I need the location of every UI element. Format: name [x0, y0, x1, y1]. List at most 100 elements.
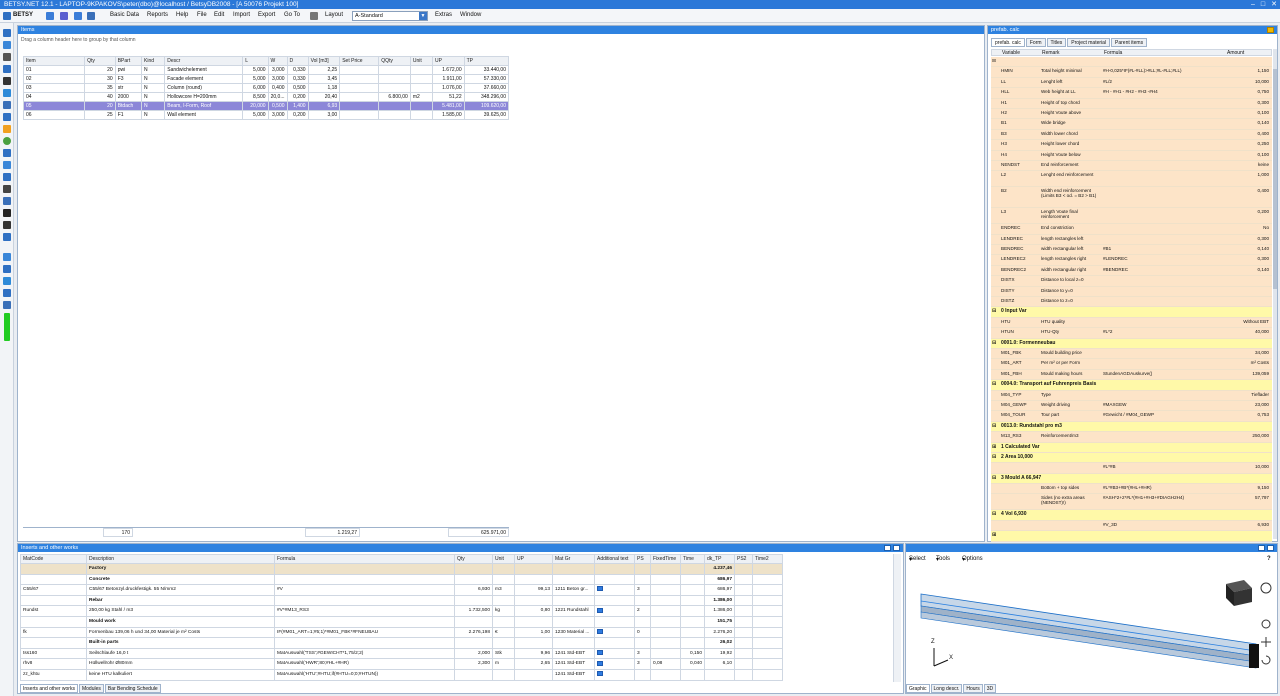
col-fixedtime[interactable]: FixedTime — [650, 554, 681, 564]
menu-extras[interactable]: Extras — [435, 12, 452, 18]
insert-cell[interactable] — [274, 563, 455, 575]
items-row[interactable]: 04 40 2000 N Hollowcore H=200mm 8,500 20,0... 0… — [22, 92, 510, 102]
insert-cell[interactable]: 2.276,198 — [454, 626, 493, 639]
insert-cell[interactable]: C55/67 — [20, 584, 87, 596]
col-formula[interactable]: Formula — [1104, 50, 1122, 57]
additional-text-icon[interactable] — [597, 649, 603, 655]
tab-prefab-calc[interactable]: prefab. calc — [991, 38, 1025, 47]
insert-cell[interactable] — [274, 594, 455, 607]
insert-cell[interactable]: 1.732,500 — [454, 605, 493, 617]
items-cell[interactable] — [339, 101, 380, 111]
insert-cell[interactable] — [594, 605, 635, 617]
items-cell[interactable]: 04 — [22, 92, 86, 102]
tools-icon[interactable] — [3, 197, 11, 205]
window-maximize-icon[interactable] — [1267, 545, 1274, 551]
insert-cell[interactable] — [634, 563, 651, 575]
calc-variable-row[interactable]: L3 Length Voute final reinforcement 0,200 — [991, 208, 1272, 225]
insert-cell[interactable] — [680, 594, 705, 607]
insert-cell[interactable] — [552, 573, 595, 586]
insert-cell[interactable]: Built-in parts — [86, 637, 275, 649]
col-variable[interactable]: Variable — [1002, 50, 1020, 57]
insert-cell[interactable] — [274, 573, 455, 586]
insert-cell[interactable]: 6,10 — [704, 658, 735, 670]
tab-parent-items[interactable]: Parent items — [1111, 38, 1148, 47]
insert-cell[interactable]: IF(#M01_ART=1;#5;1)*#M01_FBK*#FNEUBAU — [274, 626, 455, 639]
window-restore-icon[interactable] — [1258, 545, 1265, 551]
money-icon[interactable] — [3, 125, 11, 133]
tab-project-material[interactable]: Project material — [1067, 38, 1111, 47]
insert-cell[interactable]: 0,80 — [514, 605, 553, 617]
calc-scrollbar[interactable] — [1273, 49, 1277, 539]
chevron-down-icon[interactable]: ▼ — [419, 12, 427, 20]
items-cell[interactable]: N — [141, 110, 166, 120]
items-cell[interactable]: N — [141, 65, 166, 75]
insert-cell[interactable] — [454, 615, 493, 628]
items-cell[interactable]: 2000 — [114, 92, 143, 102]
calc-variable-row[interactable]: HTU HTU quality Without EBT — [991, 317, 1272, 329]
insert-cell[interactable]: 6,930 — [454, 584, 493, 596]
items-cell[interactable] — [409, 101, 433, 111]
calc-variable-row[interactable]: H3 Height lower chord 0,250 — [991, 140, 1272, 151]
import-icon[interactable] — [3, 253, 11, 261]
insert-cell[interactable] — [594, 637, 635, 649]
insert-cell[interactable]: zz_khtu — [20, 668, 87, 681]
folder-icon[interactable] — [3, 89, 11, 97]
pan-icon[interactable] — [1261, 637, 1271, 647]
layout-select[interactable]: A-Standard ▼ — [352, 11, 428, 21]
col-descr[interactable]: Descr — [164, 56, 244, 66]
col-description[interactable]: Description — [86, 554, 275, 564]
insert-cell[interactable]: Rundst — [20, 605, 87, 617]
insert-cell[interactable] — [752, 658, 783, 670]
insert-cell[interactable] — [680, 584, 705, 596]
insert-cell[interactable]: 0,040 — [680, 658, 705, 670]
tab-bar-bending[interactable]: Bar Bending Schedule — [104, 684, 161, 693]
calc-variable-row[interactable]: DISTZ Distance to z=0 — [991, 297, 1272, 308]
items-cell[interactable]: 348.296,00 — [463, 92, 510, 102]
insert-cell[interactable]: 1.386,00 — [704, 594, 735, 607]
items-cell[interactable]: Btdach — [114, 101, 143, 111]
calc-icon[interactable] — [3, 65, 11, 73]
insert-cell[interactable] — [650, 563, 681, 575]
items-cell[interactable]: 0,200 — [286, 110, 309, 120]
items-cell[interactable]: Sandwichelement — [164, 65, 244, 75]
items-cell[interactable]: 25 — [84, 110, 116, 120]
calc-variable-row[interactable]: L2 Lenght end reinforcement 1,000 — [991, 171, 1272, 188]
info-icon[interactable] — [3, 277, 11, 285]
items-cell[interactable]: Beam, I-Form, Roof — [164, 101, 244, 111]
calc-variable-row[interactable]: LL Lenght left #L/2 10,000 — [991, 77, 1272, 89]
insert-cell[interactable]: 99,13 — [514, 584, 553, 596]
insert-cell[interactable]: Stk — [492, 647, 515, 660]
copy-icon[interactable] — [74, 12, 82, 20]
insert-cell[interactable]: tss160 — [20, 647, 87, 660]
menu-window[interactable]: Window — [460, 12, 481, 18]
items-cell[interactable]: 5,000 — [242, 74, 269, 84]
items-cell[interactable]: 35 — [84, 83, 116, 93]
insert-cell[interactable] — [650, 626, 681, 639]
items-row[interactable]: 03 35 str N Column (round) 6,000 0,400 0,500 1,1… — [22, 83, 510, 93]
insert-cell[interactable] — [734, 563, 753, 575]
items-cell[interactable]: 33.440,00 — [463, 65, 510, 75]
items-cell[interactable]: F3 — [114, 74, 143, 84]
items-cell[interactable]: 1.076,00 — [431, 83, 465, 93]
insert-cell[interactable] — [20, 594, 87, 607]
insert-cell[interactable] — [492, 563, 515, 575]
insert-cell[interactable] — [454, 668, 493, 681]
items-cell[interactable]: N — [141, 92, 166, 102]
insert-cell[interactable] — [634, 594, 651, 607]
menu-file[interactable]: File — [197, 12, 207, 18]
col-time2[interactable]: Time2 — [752, 554, 783, 564]
window-restore-icon[interactable] — [884, 545, 891, 551]
insert-cell[interactable]: 1241 Std-EBT — [552, 658, 595, 670]
items-cell[interactable]: 3,45 — [307, 74, 341, 84]
col-qty[interactable]: Qty — [84, 56, 116, 66]
bar-chart-icon[interactable] — [3, 173, 11, 181]
items-cell[interactable]: str — [114, 83, 143, 93]
insert-cell[interactable] — [492, 573, 515, 586]
items-row[interactable]: 02 30 F3 N Facade element 5,000 3,000 0,330 3,45… — [22, 74, 510, 84]
calc-variable-row[interactable]: DISTX Distance to local z=0 — [991, 276, 1272, 287]
insert-cell[interactable]: 151,75 — [704, 615, 735, 628]
insert-cell[interactable]: m — [492, 658, 515, 670]
truck-icon[interactable] — [3, 149, 11, 157]
items-row[interactable]: 05 20 Btdach N Beam, I-Form, Roof 20,000 0,500… — [22, 101, 510, 111]
items-cell[interactable]: 06 — [22, 110, 86, 120]
